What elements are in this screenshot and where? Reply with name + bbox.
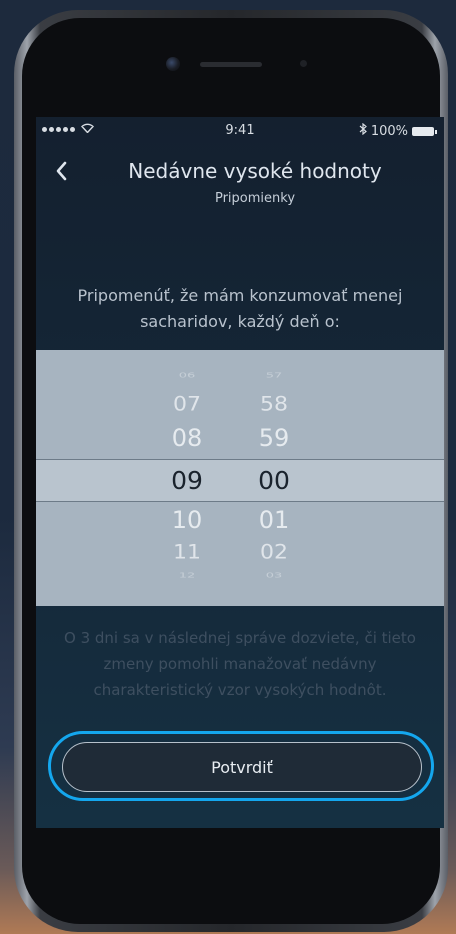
hour-option[interactable]: 10 <box>157 506 217 534</box>
hour-option[interactable]: 09 <box>157 466 217 495</box>
confirm-button[interactable]: Potvrdiť <box>62 742 422 792</box>
picker-selection-band <box>36 459 444 502</box>
hour-option[interactable]: 08 <box>157 424 217 452</box>
earpiece-speaker <box>200 62 262 67</box>
hour-option[interactable]: 07 <box>157 393 217 416</box>
minute-option[interactable]: 03 <box>244 571 304 579</box>
app-screen: 9:41 100% Nedávne vysoké hodnoty Pripomi… <box>36 117 444 828</box>
battery-icon <box>412 126 437 136</box>
reminder-prompt: Pripomenúť, že mám konzumovať menej sach… <box>77 286 403 331</box>
page-title: Nedávne vysoké hodnoty <box>128 159 382 183</box>
hour-option[interactable]: 11 <box>157 541 217 564</box>
minute-option[interactable]: 01 <box>244 506 304 534</box>
minute-option[interactable]: 58 <box>244 393 304 416</box>
page-subtitle: Pripomienky <box>214 191 296 206</box>
battery-percent: 100% <box>370 123 408 139</box>
minute-option[interactable]: 57 <box>244 371 304 379</box>
hour-option[interactable]: 06 <box>157 371 217 379</box>
hour-option[interactable]: 12 <box>157 571 217 579</box>
bluetooth-icon <box>359 122 367 139</box>
front-camera <box>166 57 180 71</box>
status-bar: 9:41 100% <box>36 117 444 145</box>
proximity-sensor <box>300 60 307 67</box>
time-picker[interactable]: 06 07 08 09 10 11 12 57 58 59 00 01 02 03 <box>36 350 444 606</box>
minute-option[interactable]: 59 <box>244 424 304 452</box>
minute-option[interactable]: 00 <box>244 466 304 495</box>
minute-option[interactable]: 02 <box>244 541 304 564</box>
info-text: O 3 dni sa v následnej správe dozviete, … <box>64 629 416 699</box>
